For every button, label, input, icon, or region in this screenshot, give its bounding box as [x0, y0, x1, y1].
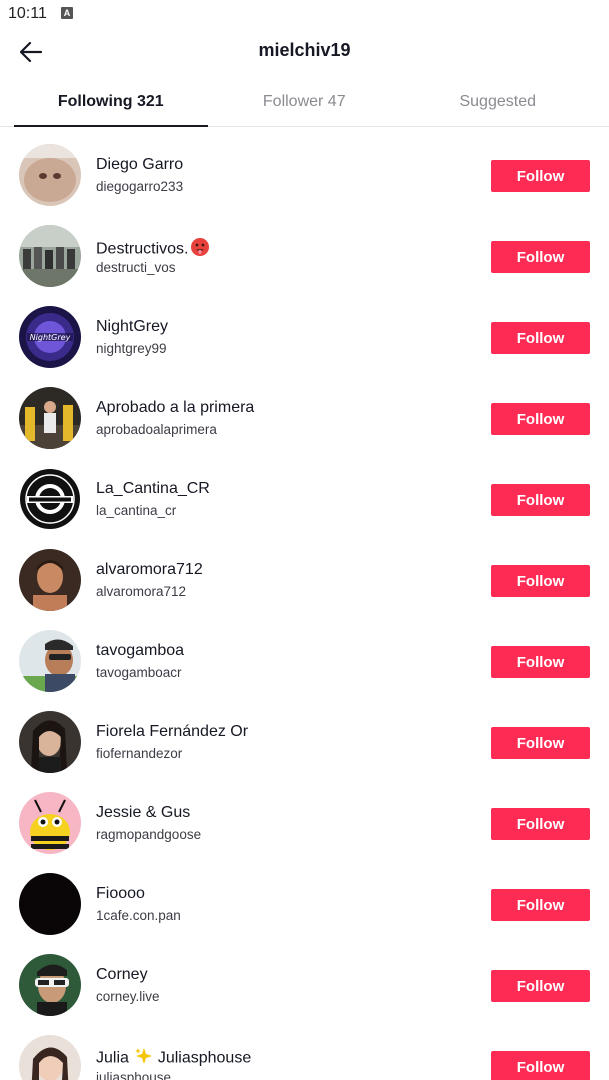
user-name: Fiorela Fernández Or [96, 723, 249, 740]
list-item[interactable]: Fioooo 1cafe.con.pan Follow [0, 862, 609, 943]
avatar[interactable] [19, 225, 81, 287]
sparkles-emoji-icon [135, 1047, 153, 1070]
list-item[interactable]: Corney corney.live Follow [0, 943, 609, 1024]
follow-button[interactable]: Follow [491, 160, 590, 192]
follow-button[interactable]: Follow [491, 403, 590, 435]
user-handle: corney.live [96, 989, 160, 1004]
user-name: Aprobado a la primera [96, 399, 255, 416]
user-name: Fioooo [96, 885, 145, 902]
tab-bar: Following 321 Follower 47 Suggested [0, 80, 609, 127]
follow-button[interactable]: Follow [491, 808, 590, 840]
user-handle: destructi_vos [96, 260, 176, 275]
user-handle: ragmopandgoose [96, 827, 202, 842]
avatar[interactable] [19, 1035, 81, 1080]
status-time: 10:11 [8, 5, 47, 22]
list-item[interactable]: Jessie & Gus ragmopandgoose Follow [0, 781, 609, 862]
user-name: alvaromora712 [96, 561, 203, 578]
avatar[interactable] [19, 630, 81, 692]
follow-button[interactable]: Follow [491, 970, 590, 1002]
status-bar: 10:11 A [0, 0, 609, 30]
list-item[interactable]: Julia Juliasphouse juliasphouse Follow [0, 1024, 609, 1080]
user-name: Julia Juliasphouse [96, 1047, 251, 1070]
avatar[interactable] [19, 873, 81, 935]
user-name: Jessie & Gus [96, 804, 191, 821]
user-name: tavogamboa [96, 642, 185, 659]
user-name: NightGrey [96, 318, 169, 335]
follow-button[interactable]: Follow [491, 484, 590, 516]
user-name: Diego Garro [96, 156, 184, 173]
follow-button[interactable]: Follow [491, 565, 590, 597]
user-name: Corney [96, 966, 148, 983]
list-item[interactable]: Aprobado a la primera aprobadoalaprimera… [0, 376, 609, 457]
user-handle: diegogarro233 [96, 179, 184, 194]
avatar[interactable] [19, 387, 81, 449]
list-item[interactable]: Destructivos. destructi_vos Follow [0, 214, 609, 295]
follow-button[interactable]: Follow [491, 646, 590, 678]
user-name-text: Destructivos. [96, 240, 189, 258]
tab-follower[interactable]: Follower 47 [208, 80, 402, 126]
user-handle: fiofernandezor [96, 746, 183, 761]
avatar[interactable] [19, 711, 81, 773]
list-item[interactable]: Diego Garro diegogarro233 Follow [0, 133, 609, 214]
user-handle: alvaromora712 [96, 584, 187, 599]
follow-button[interactable]: Follow [491, 889, 590, 921]
hot-face-emoji-icon [190, 237, 210, 262]
avatar[interactable] [19, 468, 81, 530]
user-name: La_Cantina_CR [96, 480, 210, 497]
user-handle: tavogamboacr [96, 665, 182, 680]
avatar[interactable] [19, 954, 81, 1016]
user-name-suffix: Juliasphouse [157, 1049, 252, 1067]
user-handle: juliasphouse [96, 1070, 172, 1080]
svg-text:NightGrey: NightGrey [30, 333, 71, 342]
avatar[interactable] [19, 792, 81, 854]
follow-button[interactable]: Follow [491, 241, 590, 273]
tab-suggested[interactable]: Suggested [401, 80, 595, 126]
follow-button[interactable]: Follow [491, 1051, 590, 1080]
list-item[interactable]: La_Cantina_CR la_cantina_cr Follow [0, 457, 609, 538]
user-name: Destructivos. [96, 237, 210, 262]
user-name-text: Julia [96, 1049, 129, 1067]
user-handle: 1cafe.con.pan [96, 908, 181, 923]
user-handle: aprobadoalaprimera [96, 422, 217, 437]
follow-button[interactable]: Follow [491, 727, 590, 759]
user-list: Diego Garro diegogarro233 Follow Destruc… [0, 133, 609, 1080]
list-item[interactable]: alvaromora712 alvaromora712 Follow [0, 538, 609, 619]
avatar[interactable] [19, 549, 81, 611]
keyboard-indicator-icon: A [61, 7, 73, 19]
header: mielchiv19 [0, 30, 609, 74]
page-title: mielchiv19 [258, 40, 351, 60]
follow-button[interactable]: Follow [491, 322, 590, 354]
tab-following[interactable]: Following 321 [14, 80, 208, 127]
list-item[interactable]: NightGrey NightGrey nightgrey99 Follow [0, 295, 609, 376]
avatar[interactable] [19, 144, 81, 206]
user-handle: nightgrey99 [96, 341, 167, 356]
avatar[interactable]: NightGrey [19, 306, 81, 368]
user-handle: la_cantina_cr [96, 503, 177, 518]
list-item[interactable]: Fiorela Fernández Or fiofernandezor Foll… [0, 700, 609, 781]
list-item[interactable]: tavogamboa tavogamboacr Follow [0, 619, 609, 700]
